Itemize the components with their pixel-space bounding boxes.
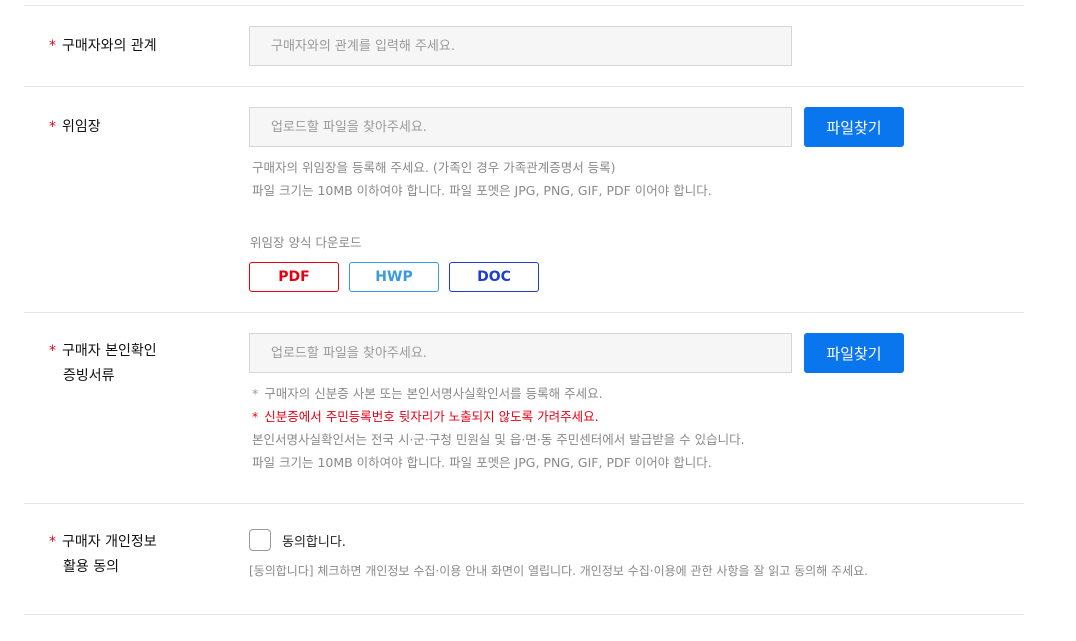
bullet: *	[252, 409, 259, 424]
bullet: *	[252, 386, 259, 401]
identity-label: * 구매자 본인확인 증빙서류	[49, 343, 157, 384]
download-pdf-button[interactable]: PDF	[249, 262, 339, 292]
required-mark: *	[49, 119, 56, 135]
section-divider	[24, 312, 1024, 313]
required-mark: *	[49, 38, 56, 54]
privacy-agree-label[interactable]: 동의합니다.	[282, 531, 346, 550]
required-mark: *	[49, 343, 56, 359]
identity-find-file-button[interactable]: 파일찾기	[804, 333, 904, 373]
proxy-file-input[interactable]	[249, 107, 792, 147]
identity-file-input[interactable]	[249, 333, 792, 373]
privacy-agree-note: [동의합니다] 체크하면 개인정보 수집·이용 안내 화면이 열립니다. 개인정…	[249, 564, 868, 578]
section-divider-top	[24, 5, 1024, 6]
privacy-agree-checkbox[interactable]	[249, 529, 271, 551]
identity-help: * 구매자의 신분증 사본 또는 본인서명사실확인서를 등록해 주세요. * 신분증…	[252, 386, 745, 470]
section-divider-bottom	[24, 614, 1024, 615]
proxy-download-title: 위임장 양식 다운로드	[250, 235, 362, 250]
relationship-label: * 구매자와의 관계	[49, 38, 157, 54]
proxy-label: * 위임장	[49, 119, 101, 135]
relationship-input[interactable]	[249, 26, 792, 66]
section-divider	[24, 86, 1024, 87]
proxy-help: 구매자의 위임장을 등록해 주세요. (가족인 경우 가족관계증명서 등록) 파…	[252, 160, 712, 198]
download-doc-button[interactable]: DOC	[449, 262, 539, 292]
required-mark: *	[49, 534, 56, 550]
privacy-label: * 구매자 개인정보 활용 동의	[49, 534, 157, 575]
section-divider	[24, 503, 1024, 504]
download-hwp-button[interactable]: HWP	[349, 262, 439, 292]
proxy-find-file-button[interactable]: 파일찾기	[804, 107, 904, 147]
